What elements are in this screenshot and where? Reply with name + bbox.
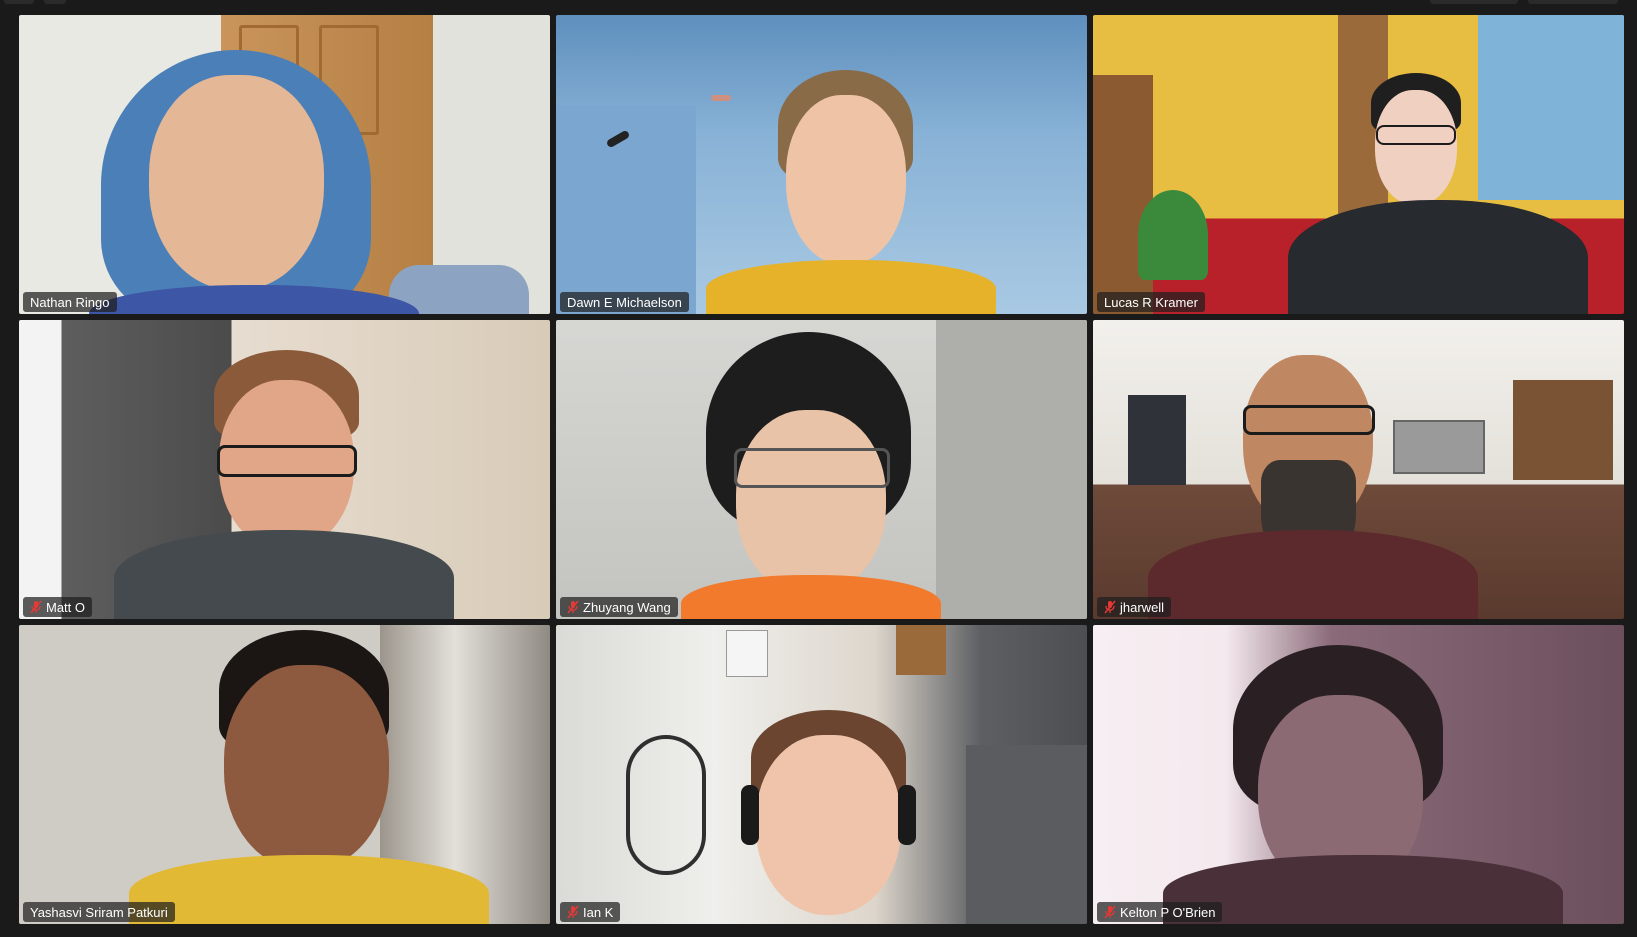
cabinet (896, 625, 946, 675)
participant-nameplate: jharwell (1097, 597, 1172, 617)
bicycle (626, 735, 706, 875)
participant-name: Ian K (583, 904, 614, 920)
participant-nameplate: Ian K (560, 902, 621, 922)
video-tile[interactable]: Matt O (19, 320, 550, 619)
microwave (1393, 420, 1485, 474)
video-tile[interactable]: Dawn E Michaelson (556, 15, 1087, 314)
video-tile[interactable]: jharwell (1093, 320, 1624, 619)
poster (1128, 395, 1186, 485)
mic-muted-icon (30, 600, 42, 614)
wall (936, 320, 1087, 619)
video-gallery: Nathan Ringo Dawn E Michaelson Lucas R K… (19, 15, 1625, 925)
plant (1138, 190, 1208, 280)
participant-nameplate: Yashasvi Sriram Patkuri (23, 902, 175, 922)
mic-muted-icon (1104, 905, 1116, 919)
top-bar-tab[interactable] (4, 0, 34, 4)
top-bar (0, 0, 1637, 14)
participant-name: jharwell (1120, 599, 1165, 615)
couch (966, 745, 1087, 924)
world-map (1478, 15, 1624, 200)
participant-name: Lucas R Kramer (1104, 294, 1198, 310)
poster (726, 630, 768, 677)
participant-nameplate: Lucas R Kramer (1097, 292, 1205, 312)
top-bar-tab[interactable] (44, 0, 66, 4)
top-bar-tab[interactable] (1430, 0, 1518, 4)
participant-name: Kelton P O'Brien (1120, 904, 1216, 920)
participant-name: Matt O (46, 599, 86, 615)
mic-muted-icon (567, 600, 579, 614)
participant-nameplate: Matt O (23, 597, 93, 617)
participant-nameplate: Kelton P O'Brien (1097, 902, 1223, 922)
cabinet (1513, 380, 1613, 480)
mic-muted-icon (1104, 600, 1116, 614)
participant-name: Nathan Ringo (30, 294, 110, 310)
participant-name: Dawn E Michaelson (567, 294, 682, 310)
participant-nameplate: Nathan Ringo (23, 292, 117, 312)
participant-name: Yashasvi Sriram Patkuri (30, 904, 168, 920)
top-bar-tab[interactable] (1528, 0, 1618, 4)
video-tile[interactable]: Ian K (556, 625, 1087, 924)
mic-muted-icon (567, 905, 579, 919)
participant-nameplate: Zhuyang Wang (560, 597, 678, 617)
video-tile[interactable]: Lucas R Kramer (1093, 15, 1624, 314)
participant-name: Zhuyang Wang (583, 599, 671, 615)
video-tile-active-speaker[interactable]: Yashasvi Sriram Patkuri (19, 625, 550, 924)
video-tile[interactable]: Zhuyang Wang (556, 320, 1087, 619)
participant-nameplate: Dawn E Michaelson (560, 292, 689, 312)
video-tile[interactable]: Nathan Ringo (19, 15, 550, 314)
video-tile[interactable]: Kelton P O'Brien (1093, 625, 1624, 924)
ceiling-decoration (711, 95, 731, 101)
